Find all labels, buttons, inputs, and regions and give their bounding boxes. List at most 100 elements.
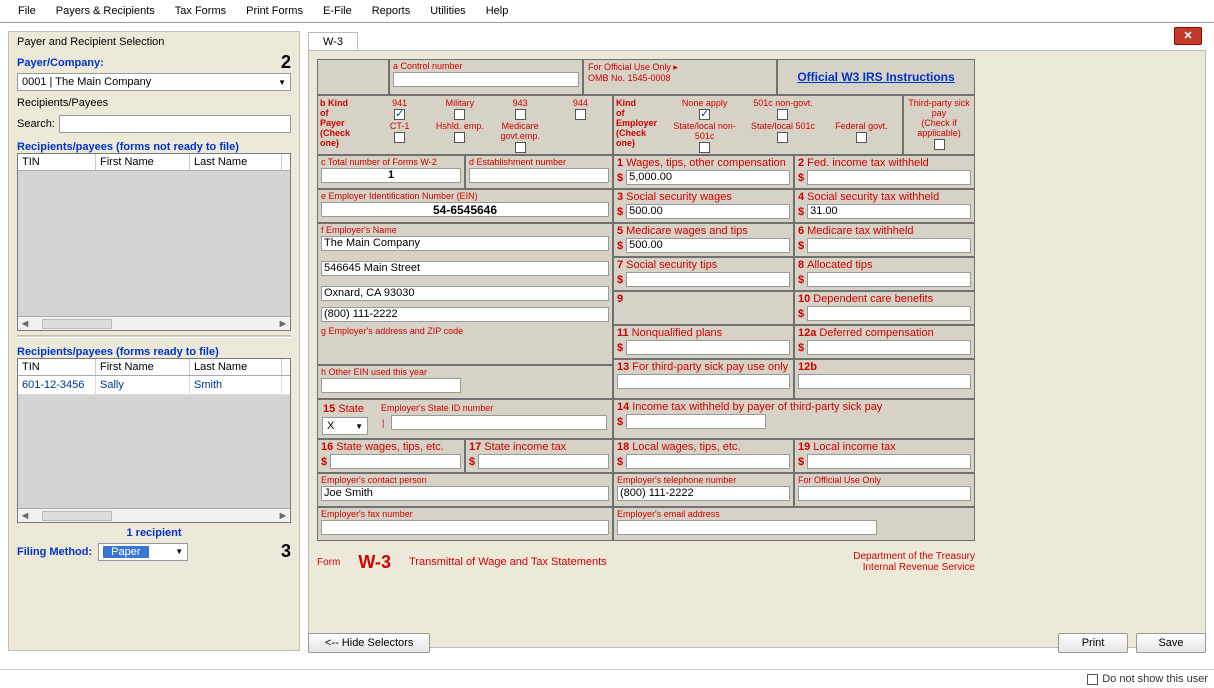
menu-efile[interactable]: E-File [313, 2, 362, 20]
label-box10: Dependent care benefits [813, 293, 933, 305]
input-box1[interactable]: 5,000.00 [626, 170, 790, 185]
irs-instructions-link[interactable]: Official W3 IRS Instructions [797, 70, 954, 84]
payer-opt-hshld: Hshld. emp. [430, 121, 489, 131]
check-statelocal[interactable] [699, 142, 710, 153]
check-military[interactable] [454, 109, 465, 120]
scroll-x[interactable]: ◄► [18, 316, 290, 330]
menu-utilities[interactable]: Utilities [420, 2, 475, 20]
input-box18[interactable] [626, 454, 790, 469]
input-box12b[interactable] [798, 374, 971, 389]
payer-opt-944: 944 [551, 98, 610, 108]
input-box16[interactable] [330, 454, 461, 469]
check-none-apply[interactable] [699, 109, 710, 120]
check-944[interactable] [575, 109, 586, 120]
input-other-ein[interactable] [321, 378, 461, 393]
menu-help[interactable]: Help [476, 2, 519, 20]
label-box6: Medicare tax withheld [807, 225, 913, 237]
search-input[interactable] [59, 115, 291, 133]
input-c[interactable]: 1 [321, 168, 461, 183]
menu-taxforms[interactable]: Tax Forms [165, 2, 236, 20]
tab-w3[interactable]: W-3 [308, 32, 358, 51]
hide-selectors-button[interactable]: <-- Hide Selectors [308, 633, 430, 653]
input-phone[interactable]: (800) 111-2222 [321, 307, 609, 322]
input-addr1[interactable]: 546645 Main Street [321, 261, 609, 276]
filing-method-label: Filing Method: [17, 546, 92, 558]
input-tel[interactable]: (800) 111-2222 [617, 486, 790, 501]
check-medicare[interactable] [515, 142, 526, 153]
filing-method-value: Paper [103, 546, 148, 558]
label-box16: State wages, tips, etc. [336, 441, 444, 453]
input-box11[interactable] [626, 340, 790, 355]
check-fed[interactable] [856, 132, 867, 143]
input-ein[interactable]: 54-6545646 [321, 202, 609, 217]
state-combo[interactable]: X▼ [322, 417, 368, 435]
save-button[interactable]: Save [1136, 633, 1206, 653]
label-box12a: Deferred compensation [819, 327, 933, 339]
check-ct1[interactable] [394, 132, 405, 143]
table-row[interactable]: 601-12-3456 Sally Smith [18, 376, 290, 395]
input-fax[interactable] [321, 520, 609, 535]
menu-printforms[interactable]: Print Forms [236, 2, 313, 20]
input-box12a[interactable] [807, 340, 971, 355]
input-box14[interactable] [626, 414, 766, 429]
input-box2[interactable] [807, 170, 971, 185]
input-off-use[interactable] [798, 486, 971, 501]
input-addr2[interactable]: Oxnard, CA 93030 [321, 286, 609, 301]
label-state-id: Employer's State ID number [378, 402, 610, 413]
footer-form: Form [317, 557, 340, 568]
label-box1: Wages, tips, other compensation [626, 157, 786, 169]
input-box13[interactable] [617, 374, 790, 389]
label-a: a Control number [390, 60, 582, 71]
chevron-down-icon: ▼ [175, 547, 183, 556]
check-941[interactable] [394, 109, 405, 120]
not-ready-label: Recipients/payees (forms not ready to fi… [17, 141, 291, 153]
label-box11: Nonqualified plans [632, 327, 723, 339]
chevron-down-icon: ▼ [278, 78, 286, 87]
menu-payers[interactable]: Payers & Recipients [46, 2, 165, 20]
input-d[interactable] [469, 168, 609, 183]
print-button[interactable]: Print [1058, 633, 1128, 653]
col-ln2[interactable]: Last Name [190, 359, 282, 375]
input-box8[interactable] [807, 272, 971, 287]
menu-file[interactable]: File [8, 2, 46, 20]
input-state-id[interactable] [391, 415, 607, 430]
input-box10[interactable] [807, 306, 971, 321]
col-fn[interactable]: First Name [96, 154, 190, 170]
col-ln[interactable]: Last Name [190, 154, 282, 170]
col-tin[interactable]: TIN [18, 154, 96, 170]
check-hshld[interactable] [454, 132, 465, 143]
status-check[interactable] [1087, 674, 1098, 685]
input-employer-name[interactable]: The Main Company [321, 236, 609, 251]
label-contact: Employer's contact person [318, 474, 612, 485]
filing-method-combo[interactable]: Paper ▼ [98, 543, 188, 561]
payer-company-combo[interactable]: 0001 | The Main Company ▼ [17, 73, 291, 91]
input-box4[interactable]: 31.00 [807, 204, 971, 219]
emp-opt-statelocal: State/local non-501c [666, 121, 743, 141]
menu-reports[interactable]: Reports [362, 2, 421, 20]
kind-of-employer-label: Kind of Employer (Check one) [616, 98, 666, 153]
scroll-x2[interactable]: ◄► [18, 508, 290, 522]
col-fn2[interactable]: First Name [96, 359, 190, 375]
input-box6[interactable] [807, 238, 971, 253]
input-box5[interactable]: 500.00 [626, 238, 790, 253]
input-box19[interactable] [807, 454, 971, 469]
label-box4: Social security tax withheld [807, 191, 939, 203]
control-number-input[interactable] [393, 72, 579, 87]
check-sl501c[interactable] [777, 132, 788, 143]
not-ready-grid[interactable]: TIN First Name Last Name ◄► [17, 153, 291, 331]
official-use: For Official Use Only ▸ [588, 62, 772, 73]
input-box7[interactable] [626, 272, 790, 287]
ready-grid[interactable]: TIN First Name Last Name 601-12-3456 Sal… [17, 358, 291, 523]
label-box13: For third-party sick pay use only [632, 361, 788, 373]
check-thirdparty[interactable] [934, 139, 945, 150]
col-tin2[interactable]: TIN [18, 359, 96, 375]
input-box17[interactable] [478, 454, 609, 469]
label-c: c Total number of Forms W-2 [318, 156, 464, 167]
input-email[interactable] [617, 520, 877, 535]
cell-ln: Smith [190, 376, 282, 394]
status-text: Do not show this user [1102, 673, 1208, 685]
input-box3[interactable]: 500.00 [626, 204, 790, 219]
check-943[interactable] [515, 109, 526, 120]
input-contact[interactable]: Joe Smith [321, 486, 609, 501]
check-501c[interactable] [777, 109, 788, 120]
